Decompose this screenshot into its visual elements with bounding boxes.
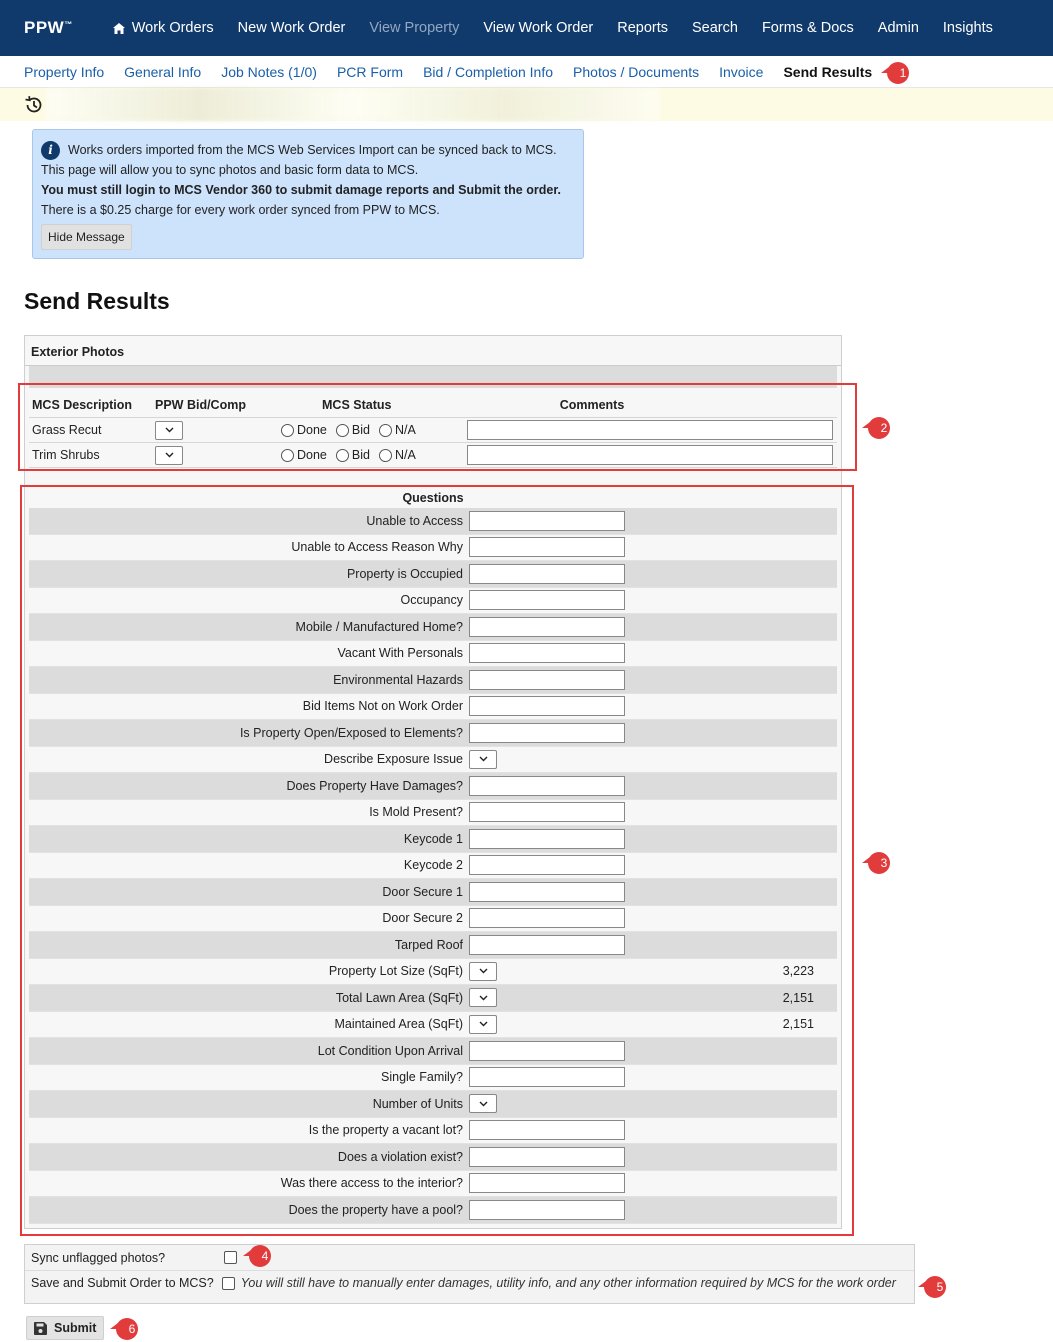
tab-pcr-form[interactable]: PCR Form — [337, 64, 403, 80]
page-title: Send Results — [24, 288, 170, 314]
submit-button[interactable]: Submit — [26, 1316, 105, 1340]
callout-marker-5: 5 — [918, 1276, 946, 1298]
submit-options: Sync unflagged photos? Save and Submit O… — [24, 1244, 915, 1304]
callout-marker-1: 1 — [881, 62, 909, 84]
home-icon — [112, 22, 125, 34]
nav-search[interactable]: Search — [692, 20, 738, 36]
callout-marker-4: 4 — [243, 1245, 271, 1267]
history-bar — [0, 88, 1053, 121]
nav-work-orders[interactable]: Work Orders — [112, 20, 214, 36]
submit-label: Submit — [54, 1321, 97, 1335]
top-nav: PPW™ Work Orders New Work Order View Pro… — [0, 0, 1053, 56]
nav-view-property[interactable]: View Property — [369, 20, 459, 36]
redacted-address — [46, 88, 660, 121]
brand-logo[interactable]: PPW™ — [24, 18, 73, 38]
info-warning: You must still login to MCS Vendor 360 t… — [41, 183, 561, 197]
submit-to-mcs-label: Save and Submit Order to MCS? — [31, 1276, 214, 1290]
nav-forms-docs[interactable]: Forms & Docs — [762, 20, 854, 36]
callout-marker-3: 3 — [862, 852, 890, 874]
nav-insights[interactable]: Insights — [943, 20, 993, 36]
callout-box-status-table — [18, 383, 857, 471]
sync-photos-checkbox[interactable] — [224, 1251, 237, 1264]
nav-reports[interactable]: Reports — [617, 20, 668, 36]
nav-view-work-order[interactable]: View Work Order — [483, 20, 593, 36]
info-text: There is a $0.25 charge for every work o… — [41, 203, 440, 217]
hide-message-button[interactable]: Hide Message — [41, 224, 132, 250]
info-icon: i — [41, 140, 60, 160]
tab-send-results[interactable]: Send Results — [783, 64, 872, 80]
tab-invoice[interactable]: Invoice — [719, 64, 763, 80]
tab-photos-documents[interactable]: Photos / Documents — [573, 64, 699, 80]
callout-box-questions — [20, 485, 854, 1236]
history-icon[interactable] — [24, 95, 44, 115]
nav-new-work-order[interactable]: New Work Order — [238, 20, 346, 36]
tab-job-notes[interactable]: Job Notes (1/0) — [221, 64, 317, 80]
info-message: i Works orders imported from the MCS Web … — [32, 129, 584, 259]
submit-note: You will still have to manually enter da… — [240, 1276, 896, 1290]
sync-photos-label: Sync unflagged photos? — [31, 1250, 166, 1265]
nav-admin[interactable]: Admin — [878, 20, 919, 36]
section-title: Exterior Photos — [25, 336, 841, 366]
tab-general-info[interactable]: General Info — [124, 64, 201, 80]
nav-label: Work Orders — [131, 20, 214, 36]
callout-marker-6: 6 — [110, 1318, 138, 1340]
info-text: This page will allow you to sync photos … — [41, 163, 419, 177]
submit-to-mcs-checkbox[interactable] — [221, 1276, 235, 1290]
save-icon — [34, 1321, 47, 1335]
info-text: Works orders imported from the MCS Web S… — [68, 143, 557, 157]
tab-property-info[interactable]: Property Info — [24, 64, 104, 80]
tab-bid-completion-info[interactable]: Bid / Completion Info — [423, 64, 553, 80]
callout-marker-2: 2 — [862, 417, 890, 439]
